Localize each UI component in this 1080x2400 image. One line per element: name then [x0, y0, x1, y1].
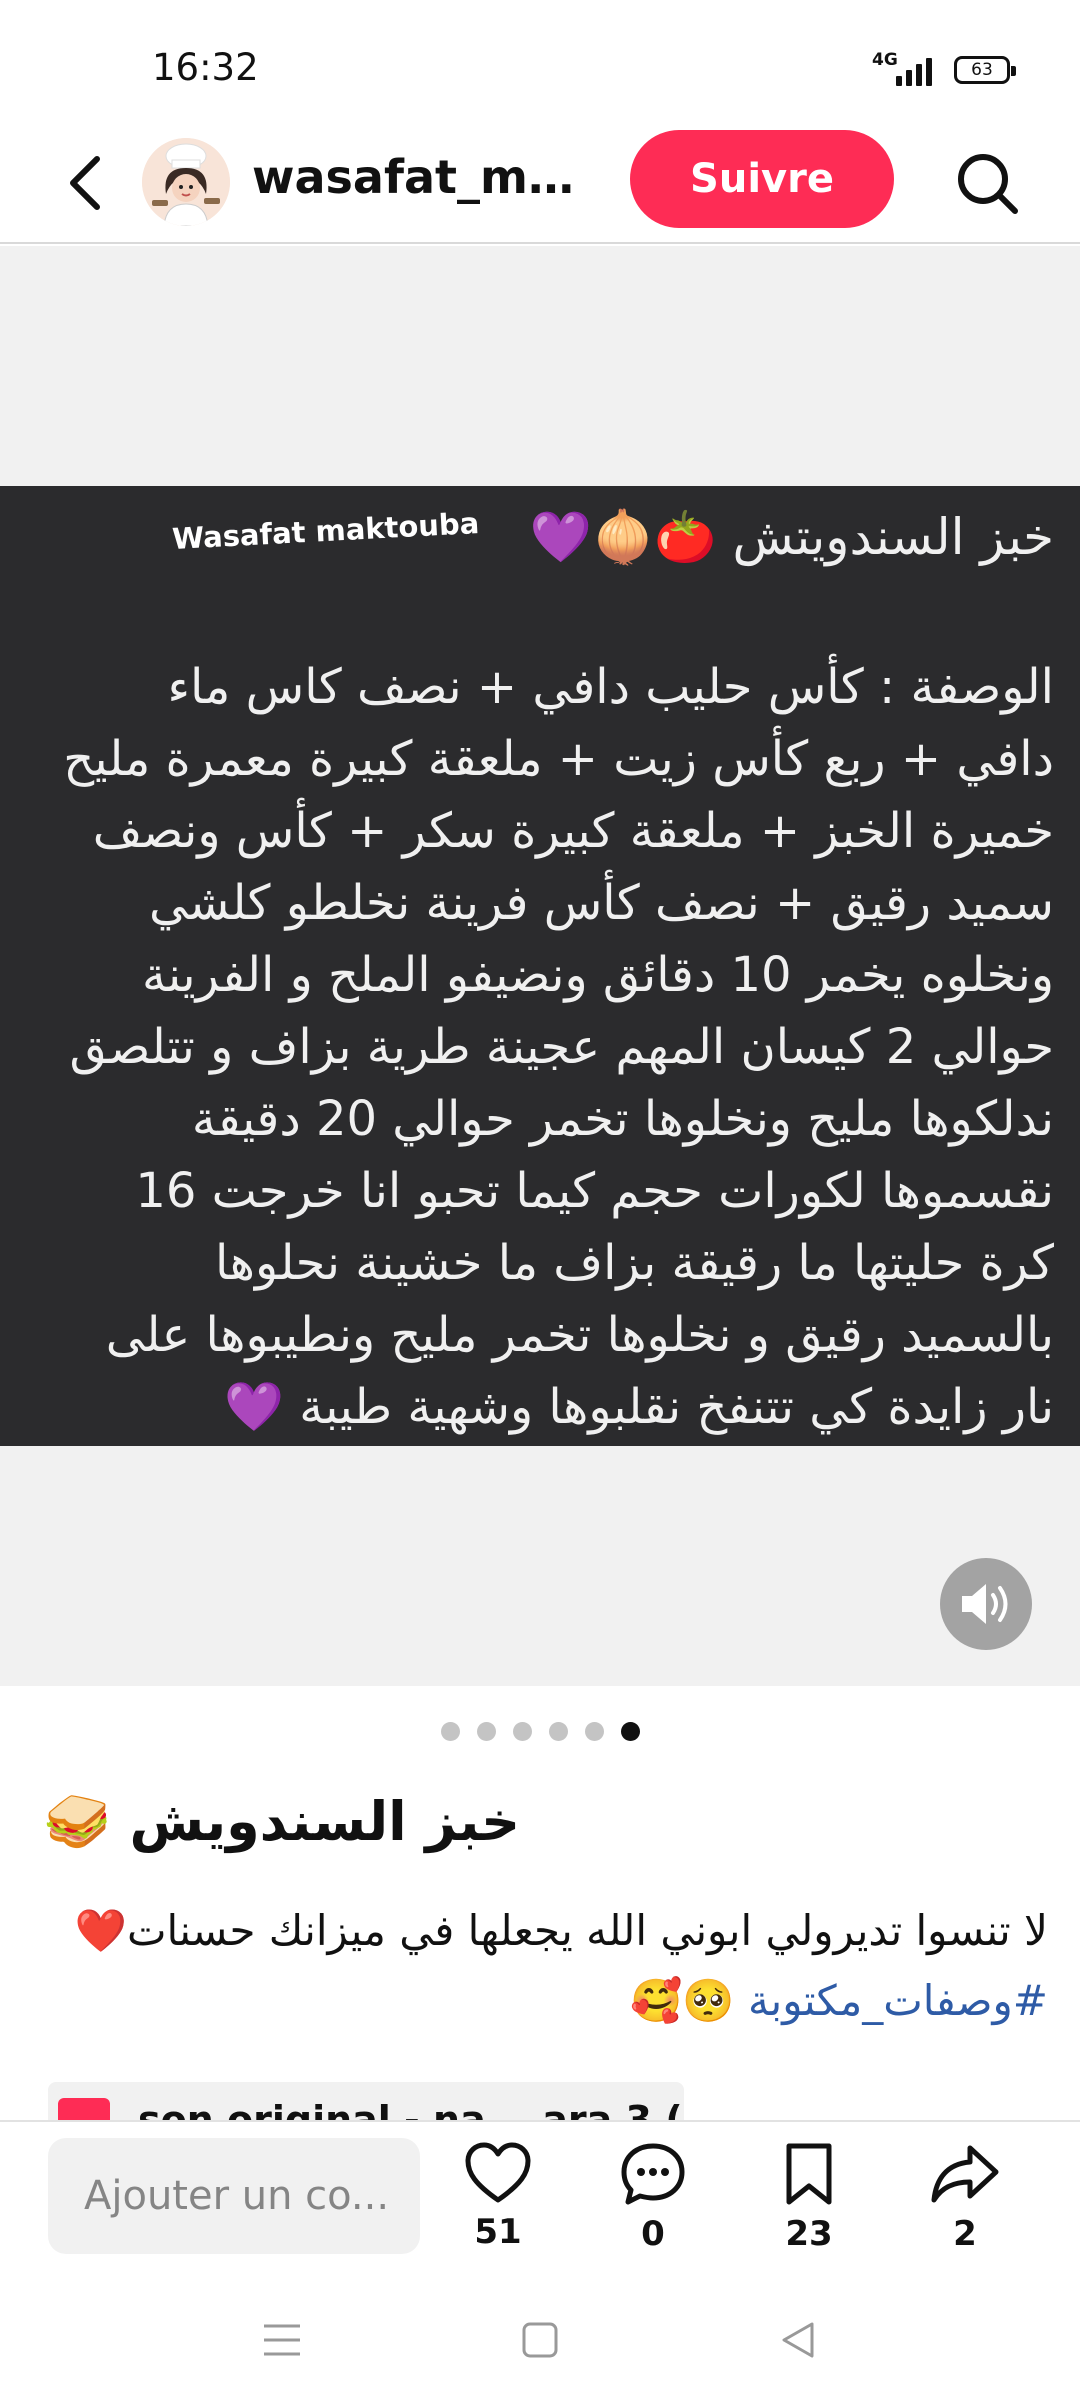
carousel-pagination	[0, 1722, 1080, 1741]
square-home-icon	[522, 2322, 558, 2358]
back-nav-button[interactable]	[768, 2310, 828, 2370]
hashtag-link[interactable]: #وصفات_مكتوبة	[748, 1976, 1048, 2025]
media-carousel[interactable]: Wasafat maktouba خبز السندويتش 🍅🧅💜 الوصف…	[0, 246, 1080, 1686]
avatar[interactable]	[142, 138, 230, 226]
menu-nav-button[interactable]	[252, 2310, 312, 2370]
chevron-left-icon	[70, 156, 100, 210]
status-bar: 16:32 4G 63	[0, 0, 1080, 120]
slide-line: ونخلوه يخمر 10 دقائق ونضيفو الملح و الفر…	[142, 947, 1054, 1003]
slide-line: خميرة الخبز + ملعقة كبيرة سكر + كأس ونصف	[92, 803, 1054, 859]
watermark: Wasafat maktouba	[171, 505, 481, 557]
sound-title: son original - na... ara 3 (...	[138, 2098, 684, 2122]
page-dot[interactable]	[548, 1722, 568, 1741]
menu-icon	[264, 2324, 300, 2356]
comment-button[interactable]: 0	[593, 2142, 713, 2282]
recipe-slide[interactable]: Wasafat maktouba خبز السندويتش 🍅🧅💜 الوصف…	[0, 486, 1080, 1446]
action-bar: 51 0 23 2	[0, 2120, 1080, 2280]
post-caption: لا تنسوا تديرولي ابوني الله يجعلها في مي…	[48, 1896, 1048, 2036]
like-count: 51	[474, 2212, 522, 2252]
chef-avatar-icon	[142, 138, 230, 226]
music-note-icon	[58, 2098, 110, 2122]
status-icons: 4G 63	[872, 50, 1016, 88]
comment-input[interactable]	[48, 2138, 420, 2254]
slide-line: نار زايدة كي تتنفخ نقلبوها وشهية طيبة 💜	[224, 1379, 1054, 1435]
caption-tags: #وصفات_مكتوبة 🥺🥰	[48, 1966, 1048, 2036]
speaker-icon	[962, 1584, 1008, 1624]
follow-button[interactable]: Suivre	[630, 130, 894, 228]
sound-toggle-button[interactable]	[940, 1558, 1032, 1650]
slide-line: دافي + ربع كأس زيت + ملعقة كبيرة معمرة م…	[63, 731, 1054, 787]
username[interactable]: wasafat_makt...	[252, 150, 592, 204]
comment-count: 0	[641, 2214, 665, 2254]
battery-level: 63	[971, 60, 993, 80]
slide-line: بالسميد رقيق و نخلوها تخمر مليح ونطيبوها…	[105, 1307, 1054, 1363]
heart-icon	[465, 2142, 531, 2203]
comment-bubble-icon	[621, 2143, 685, 2205]
triangle-back-icon	[782, 2322, 814, 2358]
page-dot-active[interactable]	[620, 1722, 640, 1741]
save-count: 23	[785, 2214, 833, 2254]
bookmark-icon	[786, 2143, 832, 2205]
signal-icon: 4G	[872, 50, 932, 88]
page-dot[interactable]	[476, 1722, 496, 1741]
slide-line: حوالي 2 كيسان المهم عجينة طرية بزاف و تت…	[69, 1019, 1054, 1075]
original-sound-link[interactable]: son original - na... ara 3 (...	[48, 2082, 684, 2122]
share-button[interactable]: 2	[905, 2142, 1025, 2282]
slide-line: سميد رقيق + نصف كأس فرينة نخلطو كلشي	[148, 875, 1054, 931]
search-icon	[958, 154, 1018, 214]
caption-emojis: 🥺🥰	[630, 1976, 735, 2025]
page-dot[interactable]	[584, 1722, 604, 1741]
share-count: 2	[953, 2214, 977, 2254]
slide-line: ندلكوها مليح ونخلوها تخمر حوالي 20 دقيقة	[191, 1091, 1054, 1147]
caption-text: لا تنسوا تديرولي ابوني الله يجعلها في مي…	[74, 1906, 1048, 1955]
post-header: wasafat_makt... Suivre	[0, 120, 1080, 244]
page-dot[interactable]	[512, 1722, 532, 1741]
home-nav-button[interactable]	[510, 2310, 570, 2370]
page-dot[interactable]	[440, 1722, 460, 1741]
slide-line: الوصفة : كأس حليب دافي + نصف كاس ماء	[167, 659, 1054, 715]
status-time: 16:32	[152, 46, 259, 89]
slide-line: كرة حليتها ما رقيقة بزاف ما خشينة نحلوها	[215, 1235, 1054, 1291]
save-button[interactable]: 23	[749, 2142, 869, 2282]
like-button[interactable]: 51	[438, 2142, 558, 2282]
slide-line: نقسموها لكورات حجم كيما تحبو انا خرجت 16	[135, 1163, 1054, 1219]
share-arrow-icon	[931, 2145, 999, 2203]
search-button[interactable]	[948, 144, 1028, 224]
back-button[interactable]	[50, 148, 120, 218]
battery-icon: 63	[954, 56, 1016, 84]
system-nav-bar	[0, 2280, 1080, 2400]
network-type: 4G	[872, 50, 898, 70]
slide-body: الوصفة : كأس حليب دافي + نصف كاس ماء داف…	[14, 651, 1054, 1443]
slide-title: خبز السندويتش 🍅🧅💜	[529, 508, 1054, 566]
post-title: خبز السندويش 🥪	[43, 1790, 520, 1853]
